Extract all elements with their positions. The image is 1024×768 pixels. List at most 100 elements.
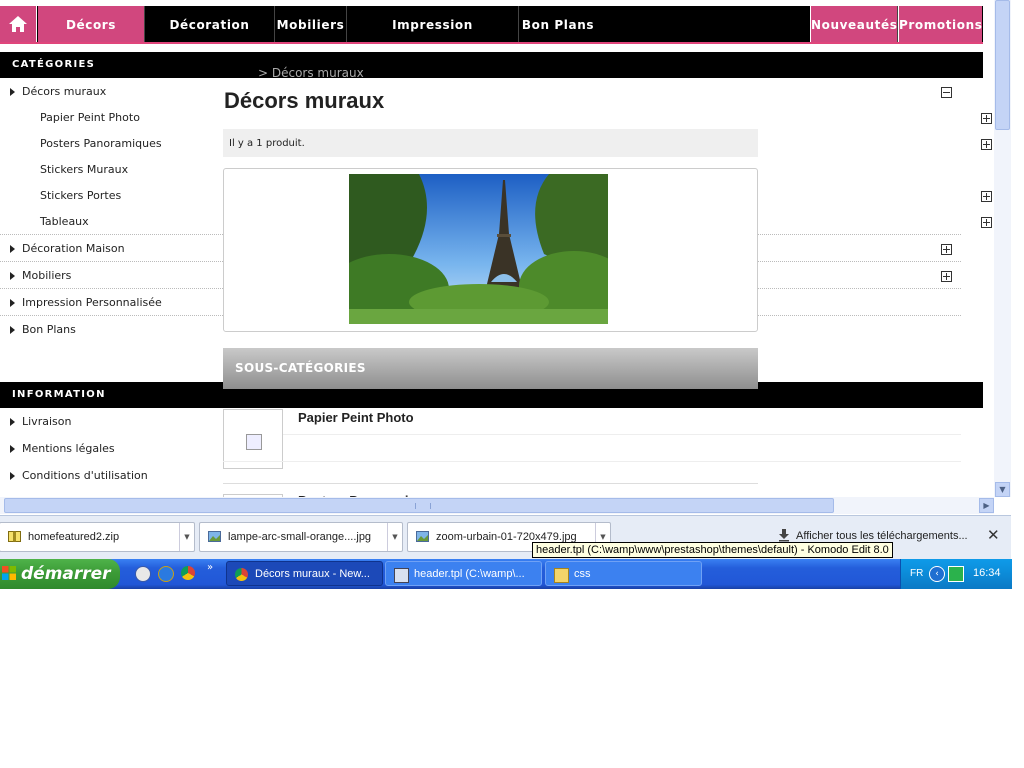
expand-icon[interactable] [981, 139, 992, 150]
sidebar-item-livraison[interactable]: Livraison [0, 409, 222, 435]
expand-icon[interactable] [941, 271, 952, 282]
clock[interactable]: 16:34 [973, 567, 1001, 579]
download-item[interactable]: lampe-arc-small-orange....jpg ▼ [199, 522, 403, 552]
task-label: Décors muraux - New... [255, 568, 370, 580]
top-navigation: Décors muraux Décoration Maison Mobilier… [0, 6, 983, 70]
nav-item-decors-muraux[interactable]: Décors muraux [38, 6, 145, 70]
chevron-down-icon[interactable]: ▼ [387, 523, 402, 551]
sidebar-item-mentions-legales[interactable]: Mentions légales [0, 436, 222, 462]
product-count: Il y a 1 produit. [229, 138, 305, 149]
tooltip: header.tpl (C:\wamp\www\prestashop\theme… [532, 542, 893, 558]
chevron-right-icon[interactable]: » [207, 562, 213, 573]
windows-flag-icon [2, 566, 16, 580]
subcategories-title: SOUS-CATÉGORIES [235, 361, 366, 375]
nav-item-promotions[interactable]: Promotions [898, 6, 982, 42]
sidebar-item-decors-muraux[interactable]: Décors muraux [0, 79, 227, 105]
start-button[interactable]: démarrer [0, 559, 120, 589]
home-button[interactable] [0, 6, 37, 42]
sidebar-subitem-papier-peint-photo[interactable]: Papier Peint Photo [40, 105, 140, 131]
breadcrumb[interactable]: > Décors muraux [258, 66, 364, 80]
download-item[interactable]: homefeatured2.zip ▼ [0, 522, 195, 552]
system-tray: FR ‹ 16:34 [900, 559, 1012, 589]
chrome-icon[interactable] [181, 566, 195, 580]
divider [729, 288, 961, 289]
sidebar-item-label: Décors muraux [22, 85, 107, 98]
categories-title: CATÉGORIES [12, 59, 96, 70]
page-title: Décors muraux [224, 88, 385, 113]
image-file-icon [416, 531, 429, 542]
expand-icon[interactable] [981, 191, 992, 202]
chevron-left-icon[interactable]: ‹ [929, 566, 945, 582]
image-file-icon [208, 531, 221, 542]
app-tray-icon[interactable] [948, 566, 964, 582]
divider [0, 261, 227, 262]
scroll-down-icon[interactable]: ▼ [995, 482, 1010, 497]
show-desktop-icon[interactable] [135, 566, 151, 582]
show-all-downloads-link[interactable]: Afficher tous les téléchargements... [796, 530, 968, 542]
scrollbar-thumb[interactable] [995, 0, 1010, 130]
divider [223, 434, 961, 435]
subcategory-thumbnail[interactable] [223, 409, 283, 469]
vertical-scrollbar[interactable]: ▼ [994, 0, 1011, 497]
sidebar-item-conditions-utilisation[interactable]: Conditions d'utilisation [0, 463, 222, 489]
chrome-icon [235, 568, 248, 581]
nav-item-decoration-maison[interactable]: Décoration Maison [145, 6, 275, 70]
nav-item-bon-plans[interactable]: Bon Plans [519, 6, 597, 42]
download-filename: homefeatured2.zip [28, 531, 120, 543]
divider [223, 483, 758, 484]
divider [223, 461, 961, 462]
triangle-right-icon [10, 272, 15, 280]
start-label: démarrer [21, 564, 111, 584]
taskbar-task-folder[interactable]: css [545, 561, 702, 586]
grip-icon [415, 503, 431, 509]
sidebar-item-label: Livraison [22, 415, 72, 428]
horizontal-scrollbar[interactable]: ▶ [0, 497, 994, 514]
nav-item-nouveautes[interactable]: Nouveautés [810, 6, 898, 42]
expand-icon[interactable] [981, 113, 992, 124]
triangle-right-icon [10, 299, 15, 307]
scrollbar-thumb[interactable] [4, 498, 834, 513]
scroll-right-icon[interactable]: ▶ [979, 498, 994, 513]
sidebar-item-impression-personnalisee[interactable]: Impression Personnalisée [0, 290, 227, 316]
nav-item-mobiliers[interactable]: Mobiliers [275, 6, 347, 42]
product-count-bar: Il y a 1 produit. [223, 129, 758, 157]
taskbar-task-chrome[interactable]: Décors muraux - New... [226, 561, 383, 586]
sidebar-item-mobiliers[interactable]: Mobiliers [0, 263, 227, 289]
divider [0, 315, 227, 316]
close-icon[interactable]: ✕ [987, 526, 1000, 544]
sidebar-item-label: Mobiliers [22, 269, 72, 282]
task-label: css [574, 568, 591, 580]
sidebar-subitem-stickers-muraux[interactable]: Stickers Muraux [40, 157, 128, 183]
sidebar-item-label: Mentions légales [22, 442, 115, 455]
divider [0, 234, 227, 235]
sidebar-item-decoration-maison[interactable]: Décoration Maison [0, 236, 227, 262]
expand-icon[interactable] [941, 244, 952, 255]
sidebar-item-label: Conditions d'utilisation [22, 469, 148, 482]
subcategory-title[interactable]: Papier Peint Photo [298, 410, 414, 425]
triangle-right-icon [10, 88, 15, 96]
sidebar-subitem-tableaux[interactable]: Tableaux [40, 209, 89, 235]
internet-explorer-icon[interactable] [158, 566, 174, 582]
expand-icon[interactable] [981, 217, 992, 228]
nav-item-impression-personnalisee[interactable]: Impression Personnalisée [347, 6, 519, 70]
divider [729, 234, 961, 235]
sidebar-item-label: Décoration Maison [22, 242, 125, 255]
task-label: header.tpl (C:\wamp\... [414, 568, 525, 580]
triangle-right-icon [10, 472, 15, 480]
home-icon [9, 16, 27, 32]
zip-file-icon [8, 531, 21, 542]
sidebar-item-bon-plans[interactable]: Bon Plans [0, 317, 227, 343]
taskbar-task-komodo[interactable]: header.tpl (C:\wamp\... [385, 561, 542, 586]
triangle-right-icon [10, 245, 15, 253]
download-arrow-icon [779, 529, 789, 542]
language-indicator[interactable]: FR [910, 568, 923, 579]
categories-header: CATÉGORIES [0, 52, 983, 78]
eiffel-tower-photo [349, 174, 608, 324]
chevron-down-icon[interactable]: ▼ [179, 523, 194, 551]
divider [0, 288, 227, 289]
triangle-right-icon [10, 326, 15, 334]
collapse-icon[interactable] [941, 87, 952, 98]
sidebar-subitem-stickers-portes[interactable]: Stickers Portes [40, 183, 121, 209]
sidebar-subitem-posters-panoramiques[interactable]: Posters Panoramiques [40, 131, 162, 157]
download-filename: lampe-arc-small-orange....jpg [228, 531, 372, 543]
